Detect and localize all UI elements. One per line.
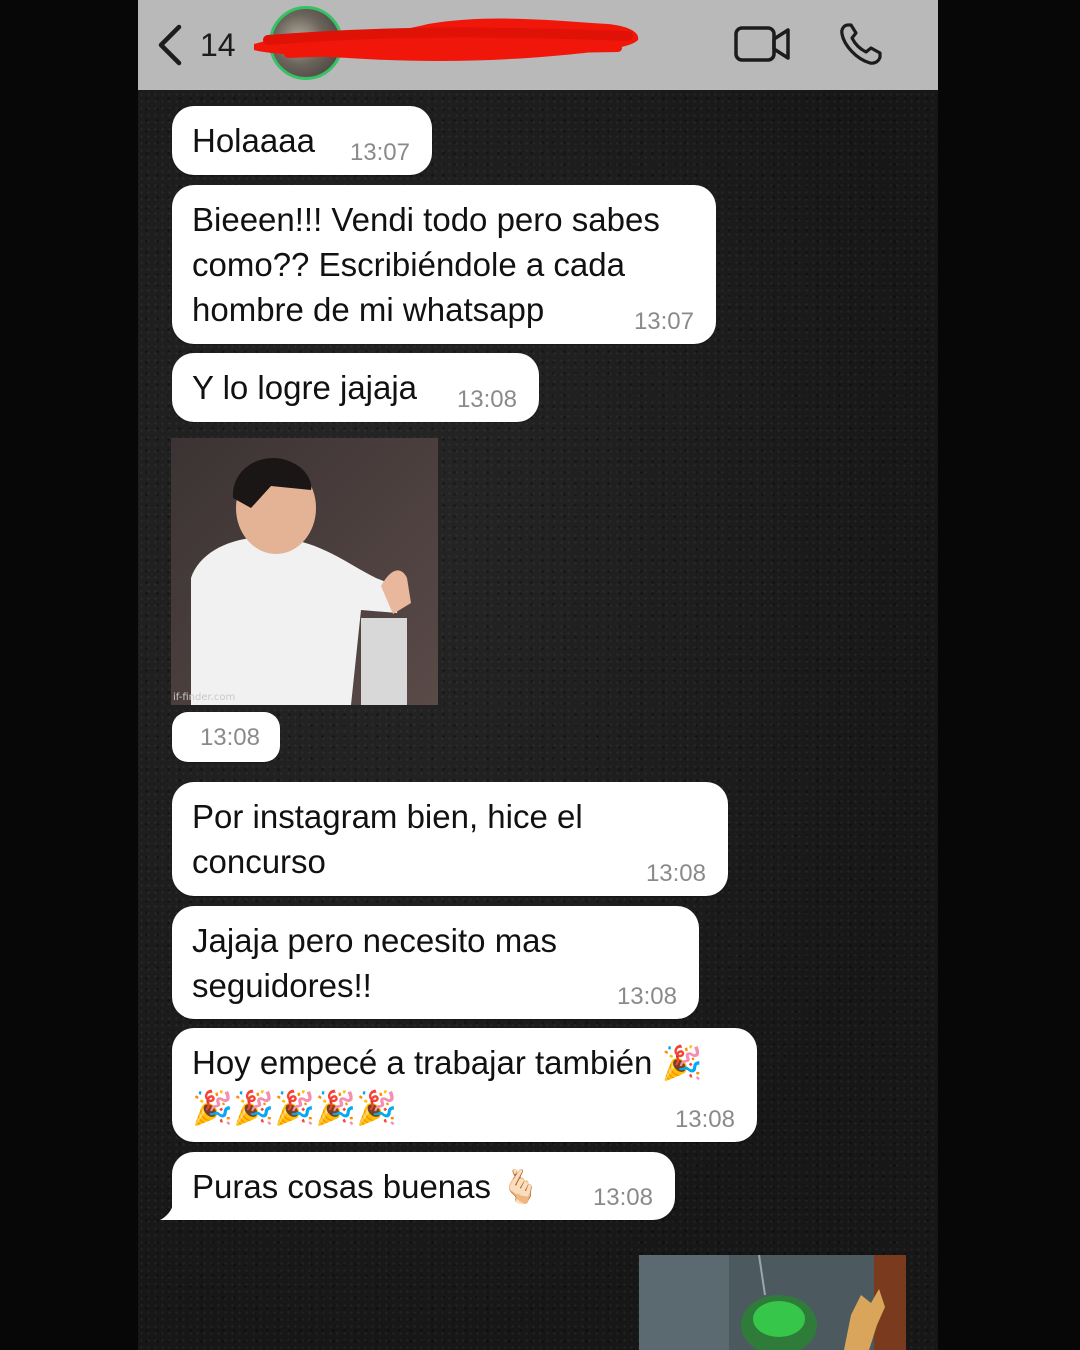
message-bubble[interactable]: Por instagram bien, hice el concurso 13:…: [172, 782, 728, 896]
unread-count[interactable]: 14: [200, 26, 236, 64]
message-bubble[interactable]: Bieeen!!! Vendi todo pero sabes como?? E…: [172, 185, 716, 344]
message-time: 13:08: [456, 386, 517, 413]
message-bubble[interactable]: Puras cosas buenas 🫰🏻 13:08: [160, 1152, 675, 1220]
message-text: Bieeen!!! Vendi todo pero sabes como?? E…: [192, 201, 670, 328]
message-time: 13:07: [349, 139, 410, 166]
redaction-scribble: [254, 18, 639, 62]
message-text: Jajaja pero necesito mas seguidores!!: [192, 922, 567, 1004]
bubble-tail: [160, 1198, 182, 1220]
message-text: Puras cosas buenas 🫰🏻: [192, 1168, 542, 1205]
message-time: 13:08: [645, 860, 706, 887]
message-time: 13:07: [633, 308, 694, 335]
message-text: Por instagram bien, hice el concurso: [192, 798, 592, 880]
chat-screen: 14 Holaaaa 13:07 Bieeen!!! Vendi todo pe…: [138, 0, 938, 1350]
gif-image: [171, 438, 438, 705]
gif-watermark: if-finder.com: [173, 692, 236, 703]
message-bubble[interactable]: Y lo logre jajaja 13:08: [172, 353, 539, 422]
back-button[interactable]: [154, 22, 202, 68]
media-time-bubble: 13:08: [172, 712, 280, 762]
message-time: 13:08: [674, 1106, 735, 1133]
video-camera-icon[interactable]: [734, 24, 792, 64]
message-bubble[interactable]: Jajaja pero necesito mas seguidores!! 13…: [172, 906, 699, 1019]
chevron-left-icon: [158, 24, 182, 66]
gif-message[interactable]: if-finder.com: [171, 438, 438, 705]
message-time: 13:08: [616, 983, 677, 1010]
image-message[interactable]: [639, 1255, 906, 1350]
message-bubble[interactable]: Hoy empecé a trabajar también 🎉🎉🎉🎉🎉🎉 13:…: [172, 1028, 757, 1142]
message-time: 13:08: [199, 724, 260, 751]
message-bubble[interactable]: Holaaaa 13:07: [172, 106, 432, 175]
message-time: 13:08: [592, 1184, 653, 1211]
image-thumbnail: [639, 1255, 906, 1350]
message-text: Hoy empecé a trabajar también 🎉🎉🎉🎉🎉🎉: [192, 1044, 703, 1126]
phone-icon[interactable]: [838, 21, 884, 67]
chat-header: 14: [138, 0, 938, 90]
